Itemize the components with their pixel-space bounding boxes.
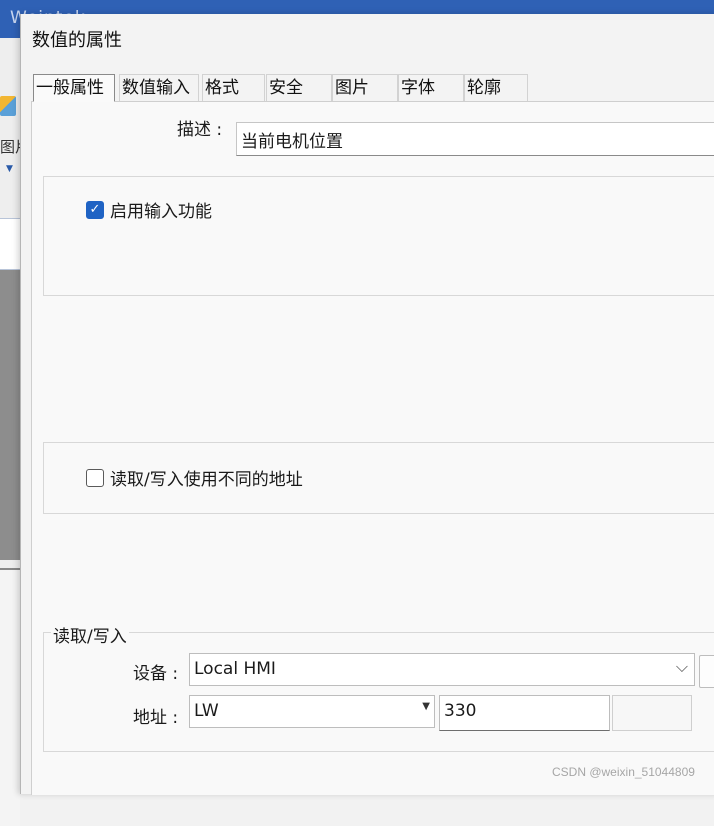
- dialog-title: 数值的属性: [32, 30, 122, 51]
- tab-security[interactable]: 安全: [266, 74, 332, 101]
- input-group: ✓ 启用输入功能: [43, 176, 714, 296]
- address-mode-group: 读取/写入使用不同的地址: [43, 442, 714, 514]
- background-toolbar-strip: 图片 ▼: [0, 38, 21, 826]
- chevron-down-icon: ⌵: [675, 657, 688, 676]
- picture-icon[interactable]: [0, 96, 16, 116]
- watermark: CSDN @weixin_51044809: [552, 765, 695, 779]
- address-extra-field[interactable]: [612, 695, 692, 731]
- description-input[interactable]: 当前电机位置: [236, 122, 714, 156]
- toolbar-label: 图片: [0, 138, 20, 156]
- device-select[interactable]: Local HMI ⌵: [189, 653, 695, 686]
- device-label: 设备 :: [133, 664, 179, 684]
- address-label: 地址 :: [133, 708, 179, 728]
- enable-input-label: 启用输入功能: [110, 202, 212, 222]
- caret-down-icon: ▼: [422, 701, 430, 712]
- ruler: [0, 218, 20, 270]
- tab-outline[interactable]: 轮廓: [464, 74, 528, 101]
- address-input[interactable]: 330: [439, 695, 610, 731]
- read-write-legend: 读取/写入: [51, 622, 129, 647]
- description-label: 描述 :: [177, 120, 223, 140]
- address-type-select[interactable]: LW ▼: [189, 695, 435, 728]
- device-value: Local HMI: [194, 659, 276, 679]
- device-settings-button[interactable]: [699, 655, 714, 688]
- editor-canvas-lower: [0, 568, 20, 826]
- read-write-group: [43, 632, 714, 752]
- tab-numeric-input[interactable]: 数值输入: [119, 74, 199, 101]
- chevron-down-icon[interactable]: ▼: [6, 164, 13, 174]
- tab-general[interactable]: 一般属性: [33, 74, 115, 102]
- separate-address-checkbox[interactable]: [86, 469, 104, 487]
- tab-panel-general: 描述 : 当前电机位置 ✓ 启用输入功能 读取/写入使用不同的地址 读取/写入 …: [31, 101, 714, 795]
- tab-picture[interactable]: 图片: [332, 74, 398, 101]
- enable-input-checkbox[interactable]: ✓: [86, 201, 104, 219]
- editor-canvas: [0, 270, 20, 560]
- tab-format[interactable]: 格式: [202, 74, 265, 101]
- address-type-value: LW: [194, 701, 219, 721]
- properties-dialog: 数值的属性 一般属性 数值输入 格式 安全 图片 字体 轮廓 描述 : 当前电机…: [20, 14, 714, 795]
- tab-font[interactable]: 字体: [398, 74, 464, 101]
- separate-address-label: 读取/写入使用不同的地址: [110, 470, 303, 490]
